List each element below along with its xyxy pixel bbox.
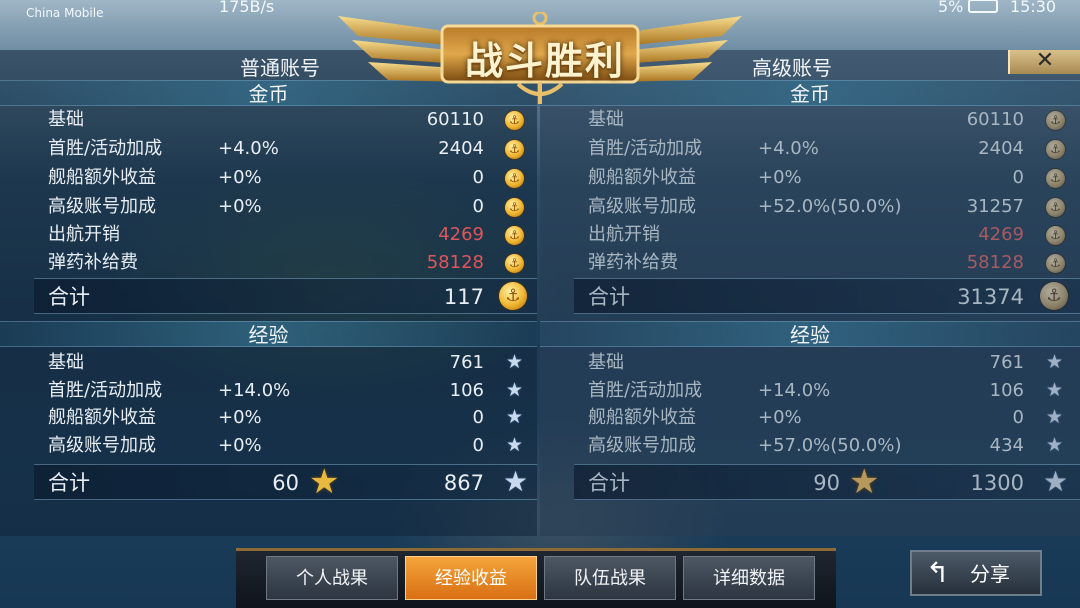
battery-percent: 5% [938,0,964,16]
normal-exp-total-row: 合计 60 867 [34,464,537,500]
network-speed: 175B/s [219,0,275,16]
premium-gold-total: 31374 [957,285,1024,309]
coin-icon [505,254,524,273]
list-item: 首胜/活动加成 +4.0% 2404 [588,138,1024,159]
normal-exp-total: 867 [443,471,484,495]
premium-account-title: 高级账号 [752,56,832,80]
tab-detailed-data[interactable]: 详细数据 [683,556,815,600]
coin-icon [505,169,524,188]
list-item: 出航开销 4269 [588,224,1024,245]
list-item: 弹药补给费 58128 [588,252,1024,273]
clock: 15:30 [1010,0,1057,16]
coin-icon [1046,140,1065,159]
normal-account-title: 普通账号 [240,56,320,80]
share-button[interactable]: ↰ 分享 [910,550,1042,596]
star-icon: ★ [1046,379,1064,401]
star-icon: ★ [506,434,524,456]
star-icon: ★ [506,406,524,428]
coin-icon [1046,254,1065,273]
normal-gold-total: 117 [443,285,484,309]
normal-captain-exp: 60 [272,471,299,495]
victory-title: 战斗胜利 [464,39,625,83]
list-item: 基础 60110 [588,109,1024,130]
close-button[interactable]: ✕ [1008,50,1080,74]
list-item: 弹药补给费 58128 [48,252,484,273]
star-icon: ★ [1046,351,1064,373]
normal-gold-total-row: 合计 117 [34,278,537,314]
total-label: 合计 [48,285,90,309]
tab-team-results[interactable]: 队伍战果 [544,556,676,600]
coin-icon [1046,169,1065,188]
star-icon: ★ [1046,406,1064,428]
list-item: 首胜/活动加成 +14.0% 106 [588,380,1024,401]
coin-icon [1040,282,1068,310]
coin-icon [505,198,524,217]
total-label: 合计 [588,471,630,495]
normal-exp-header: 经验 [0,321,537,347]
share-label: 分享 [970,562,1010,586]
star-icon: ★ [1043,465,1069,498]
tab-exp-earnings[interactable]: 经验收益 [405,556,537,600]
star-icon: ★ [1046,434,1064,456]
list-item: 舰船额外收益 +0% 0 [588,407,1024,428]
carrier-label: China Mobile [26,6,104,20]
list-item: 高级账号加成 +57.0%(50.0%) 434 [588,435,1024,456]
star-icon: ★ [503,465,529,498]
list-item: 高级账号加成 +0% 0 [48,435,484,456]
coin-icon [499,282,527,310]
list-item: 首胜/活动加成 +4.0% 2404 [48,138,484,159]
captain-star-icon: ★ [309,462,340,502]
premium-exp-total: 1300 [970,471,1024,495]
tab-personal-results[interactable]: 个人战果 [266,556,398,600]
close-icon: ✕ [1035,48,1055,73]
premium-exp-total-row: 合计 90 1300 [574,464,1080,500]
share-arrow-icon: ↰ [926,556,950,589]
coin-icon [505,111,524,130]
total-label: 合计 [588,285,630,309]
list-item: 出航开销 4269 [48,224,484,245]
coin-icon [1046,226,1065,245]
list-item: 舰船额外收益 +0% 0 [588,167,1024,188]
list-item: 基础 761 [48,352,484,373]
list-item: 舰船额外收益 +0% 0 [48,407,484,428]
list-item: 基础 761 [588,352,1024,373]
coin-icon [1046,198,1065,217]
coin-icon [505,226,524,245]
captain-star-icon: ★ [849,462,880,502]
premium-exp-header: 经验 [540,321,1080,347]
total-label: 合计 [48,471,90,495]
battery-icon [968,0,998,13]
star-icon: ★ [506,379,524,401]
list-item: 舰船额外收益 +0% 0 [48,167,484,188]
list-item: 基础 60110 [48,109,484,130]
premium-captain-exp: 90 [813,471,840,495]
coin-icon [1046,111,1065,130]
star-icon: ★ [506,351,524,373]
premium-gold-total-row: 合计 31374 [574,278,1080,314]
list-item: 高级账号加成 +0% 0 [48,196,484,217]
coin-icon [505,140,524,159]
list-item: 首胜/活动加成 +14.0% 106 [48,380,484,401]
list-item: 高级账号加成 +52.0%(50.0%) 31257 [588,196,1024,217]
